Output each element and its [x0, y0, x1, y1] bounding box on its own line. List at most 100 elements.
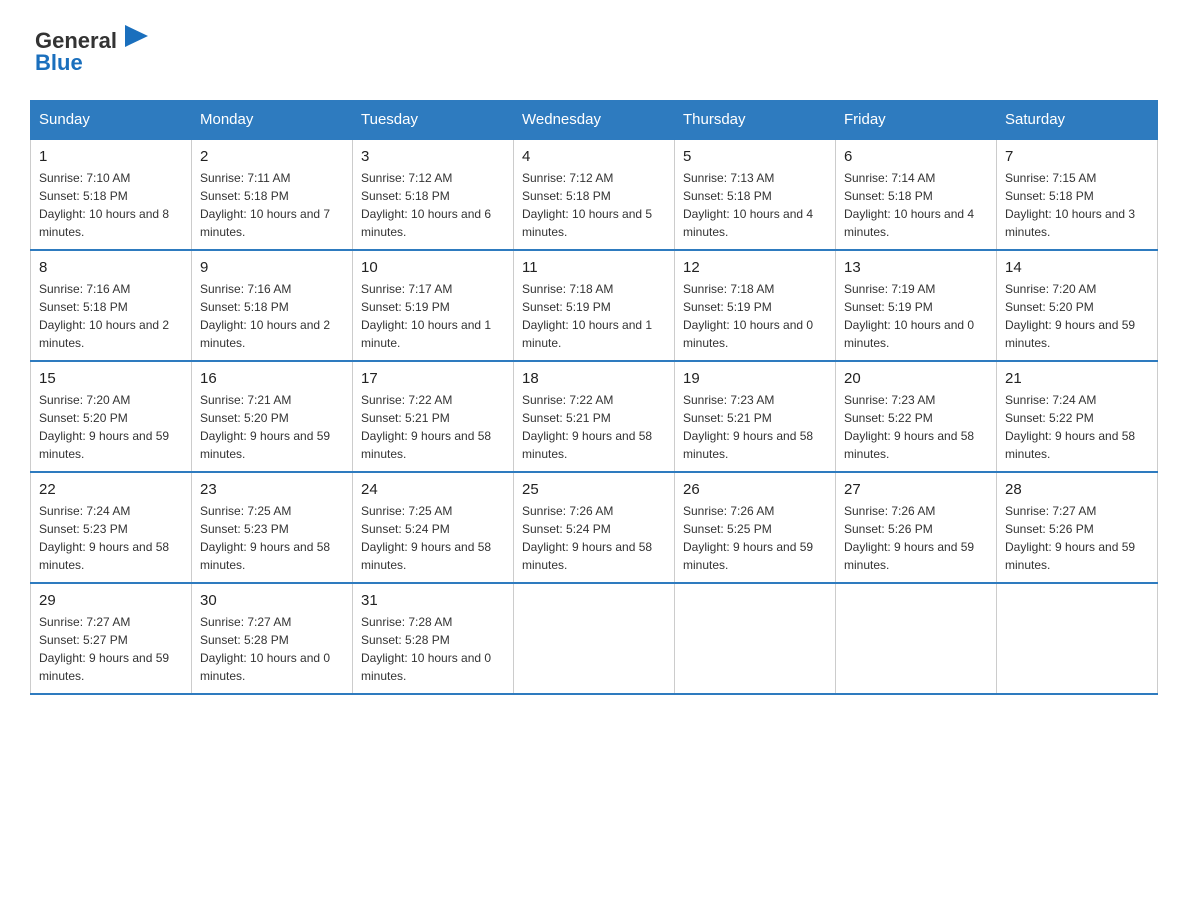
- day-number: 23: [200, 481, 344, 498]
- day-number: 29: [39, 592, 183, 609]
- day-number: 16: [200, 370, 344, 387]
- day-number: 8: [39, 259, 183, 276]
- weekday-header-tuesday: Tuesday: [353, 101, 514, 140]
- logo: General Blue: [30, 20, 160, 80]
- calendar-cell: 19 Sunrise: 7:23 AM Sunset: 5:21 PM Dayl…: [675, 361, 836, 472]
- day-number: 9: [200, 259, 344, 276]
- calendar-cell: 2 Sunrise: 7:11 AM Sunset: 5:18 PM Dayli…: [192, 139, 353, 250]
- day-info: Sunrise: 7:24 AM Sunset: 5:22 PM Dayligh…: [1005, 391, 1149, 463]
- calendar-cell: 21 Sunrise: 7:24 AM Sunset: 5:22 PM Dayl…: [997, 361, 1158, 472]
- calendar-cell: 12 Sunrise: 7:18 AM Sunset: 5:19 PM Dayl…: [675, 250, 836, 361]
- day-info: Sunrise: 7:15 AM Sunset: 5:18 PM Dayligh…: [1005, 169, 1149, 241]
- calendar-cell: 13 Sunrise: 7:19 AM Sunset: 5:19 PM Dayl…: [836, 250, 997, 361]
- day-info: Sunrise: 7:19 AM Sunset: 5:19 PM Dayligh…: [844, 280, 988, 352]
- calendar-cell: 6 Sunrise: 7:14 AM Sunset: 5:18 PM Dayli…: [836, 139, 997, 250]
- day-info: Sunrise: 7:20 AM Sunset: 5:20 PM Dayligh…: [39, 391, 183, 463]
- calendar-cell: 7 Sunrise: 7:15 AM Sunset: 5:18 PM Dayli…: [997, 139, 1158, 250]
- week-row-2: 8 Sunrise: 7:16 AM Sunset: 5:18 PM Dayli…: [31, 250, 1158, 361]
- calendar-cell: 14 Sunrise: 7:20 AM Sunset: 5:20 PM Dayl…: [997, 250, 1158, 361]
- day-info: Sunrise: 7:22 AM Sunset: 5:21 PM Dayligh…: [361, 391, 505, 463]
- day-info: Sunrise: 7:23 AM Sunset: 5:21 PM Dayligh…: [683, 391, 827, 463]
- calendar-cell: 25 Sunrise: 7:26 AM Sunset: 5:24 PM Dayl…: [514, 472, 675, 583]
- calendar-cell: 9 Sunrise: 7:16 AM Sunset: 5:18 PM Dayli…: [192, 250, 353, 361]
- calendar-cell: 10 Sunrise: 7:17 AM Sunset: 5:19 PM Dayl…: [353, 250, 514, 361]
- day-number: 24: [361, 481, 505, 498]
- weekday-header-row: SundayMondayTuesdayWednesdayThursdayFrid…: [31, 101, 1158, 140]
- day-info: Sunrise: 7:13 AM Sunset: 5:18 PM Dayligh…: [683, 169, 827, 241]
- day-number: 1: [39, 148, 183, 165]
- day-number: 13: [844, 259, 988, 276]
- day-info: Sunrise: 7:26 AM Sunset: 5:25 PM Dayligh…: [683, 502, 827, 574]
- calendar-cell: 22 Sunrise: 7:24 AM Sunset: 5:23 PM Dayl…: [31, 472, 192, 583]
- day-info: Sunrise: 7:14 AM Sunset: 5:18 PM Dayligh…: [844, 169, 988, 241]
- day-number: 6: [844, 148, 988, 165]
- calendar-cell: 23 Sunrise: 7:25 AM Sunset: 5:23 PM Dayl…: [192, 472, 353, 583]
- day-info: Sunrise: 7:28 AM Sunset: 5:28 PM Dayligh…: [361, 613, 505, 685]
- calendar-cell: 11 Sunrise: 7:18 AM Sunset: 5:19 PM Dayl…: [514, 250, 675, 361]
- week-row-1: 1 Sunrise: 7:10 AM Sunset: 5:18 PM Dayli…: [31, 139, 1158, 250]
- day-info: Sunrise: 7:23 AM Sunset: 5:22 PM Dayligh…: [844, 391, 988, 463]
- day-info: Sunrise: 7:26 AM Sunset: 5:24 PM Dayligh…: [522, 502, 666, 574]
- calendar-cell: 3 Sunrise: 7:12 AM Sunset: 5:18 PM Dayli…: [353, 139, 514, 250]
- calendar-cell: [675, 583, 836, 694]
- day-number: 3: [361, 148, 505, 165]
- day-number: 17: [361, 370, 505, 387]
- day-number: 25: [522, 481, 666, 498]
- day-info: Sunrise: 7:21 AM Sunset: 5:20 PM Dayligh…: [200, 391, 344, 463]
- week-row-3: 15 Sunrise: 7:20 AM Sunset: 5:20 PM Dayl…: [31, 361, 1158, 472]
- calendar-cell: 30 Sunrise: 7:27 AM Sunset: 5:28 PM Dayl…: [192, 583, 353, 694]
- calendar-cell: [514, 583, 675, 694]
- day-info: Sunrise: 7:27 AM Sunset: 5:28 PM Dayligh…: [200, 613, 344, 685]
- day-info: Sunrise: 7:20 AM Sunset: 5:20 PM Dayligh…: [1005, 280, 1149, 352]
- calendar-cell: 17 Sunrise: 7:22 AM Sunset: 5:21 PM Dayl…: [353, 361, 514, 472]
- calendar-cell: 20 Sunrise: 7:23 AM Sunset: 5:22 PM Dayl…: [836, 361, 997, 472]
- weekday-header-wednesday: Wednesday: [514, 101, 675, 140]
- calendar-cell: 24 Sunrise: 7:25 AM Sunset: 5:24 PM Dayl…: [353, 472, 514, 583]
- calendar-cell: 18 Sunrise: 7:22 AM Sunset: 5:21 PM Dayl…: [514, 361, 675, 472]
- calendar-cell: 29 Sunrise: 7:27 AM Sunset: 5:27 PM Dayl…: [31, 583, 192, 694]
- day-number: 11: [522, 259, 666, 276]
- calendar-cell: 31 Sunrise: 7:28 AM Sunset: 5:28 PM Dayl…: [353, 583, 514, 694]
- calendar-cell: 1 Sunrise: 7:10 AM Sunset: 5:18 PM Dayli…: [31, 139, 192, 250]
- logo-svg: General Blue: [30, 20, 160, 75]
- day-number: 26: [683, 481, 827, 498]
- svg-text:Blue: Blue: [35, 50, 83, 75]
- day-number: 2: [200, 148, 344, 165]
- day-info: Sunrise: 7:24 AM Sunset: 5:23 PM Dayligh…: [39, 502, 183, 574]
- day-info: Sunrise: 7:26 AM Sunset: 5:26 PM Dayligh…: [844, 502, 988, 574]
- calendar-cell: [997, 583, 1158, 694]
- day-number: 4: [522, 148, 666, 165]
- calendar-cell: 28 Sunrise: 7:27 AM Sunset: 5:26 PM Dayl…: [997, 472, 1158, 583]
- calendar-cell: [836, 583, 997, 694]
- day-number: 30: [200, 592, 344, 609]
- day-info: Sunrise: 7:16 AM Sunset: 5:18 PM Dayligh…: [39, 280, 183, 352]
- day-info: Sunrise: 7:27 AM Sunset: 5:27 PM Dayligh…: [39, 613, 183, 685]
- day-number: 5: [683, 148, 827, 165]
- day-number: 21: [1005, 370, 1149, 387]
- day-info: Sunrise: 7:18 AM Sunset: 5:19 PM Dayligh…: [683, 280, 827, 352]
- day-info: Sunrise: 7:27 AM Sunset: 5:26 PM Dayligh…: [1005, 502, 1149, 574]
- day-info: Sunrise: 7:18 AM Sunset: 5:19 PM Dayligh…: [522, 280, 666, 352]
- calendar-cell: 26 Sunrise: 7:26 AM Sunset: 5:25 PM Dayl…: [675, 472, 836, 583]
- weekday-header-thursday: Thursday: [675, 101, 836, 140]
- weekday-header-friday: Friday: [836, 101, 997, 140]
- day-number: 14: [1005, 259, 1149, 276]
- day-number: 28: [1005, 481, 1149, 498]
- day-info: Sunrise: 7:12 AM Sunset: 5:18 PM Dayligh…: [522, 169, 666, 241]
- day-info: Sunrise: 7:17 AM Sunset: 5:19 PM Dayligh…: [361, 280, 505, 352]
- day-number: 10: [361, 259, 505, 276]
- day-number: 18: [522, 370, 666, 387]
- day-number: 19: [683, 370, 827, 387]
- day-info: Sunrise: 7:12 AM Sunset: 5:18 PM Dayligh…: [361, 169, 505, 241]
- day-number: 12: [683, 259, 827, 276]
- day-info: Sunrise: 7:25 AM Sunset: 5:23 PM Dayligh…: [200, 502, 344, 574]
- page-header: General Blue: [30, 20, 1158, 80]
- weekday-header-monday: Monday: [192, 101, 353, 140]
- calendar-cell: 15 Sunrise: 7:20 AM Sunset: 5:20 PM Dayl…: [31, 361, 192, 472]
- calendar-cell: 5 Sunrise: 7:13 AM Sunset: 5:18 PM Dayli…: [675, 139, 836, 250]
- day-info: Sunrise: 7:16 AM Sunset: 5:18 PM Dayligh…: [200, 280, 344, 352]
- weekday-header-sunday: Sunday: [31, 101, 192, 140]
- calendar-cell: 4 Sunrise: 7:12 AM Sunset: 5:18 PM Dayli…: [514, 139, 675, 250]
- day-number: 27: [844, 481, 988, 498]
- week-row-5: 29 Sunrise: 7:27 AM Sunset: 5:27 PM Dayl…: [31, 583, 1158, 694]
